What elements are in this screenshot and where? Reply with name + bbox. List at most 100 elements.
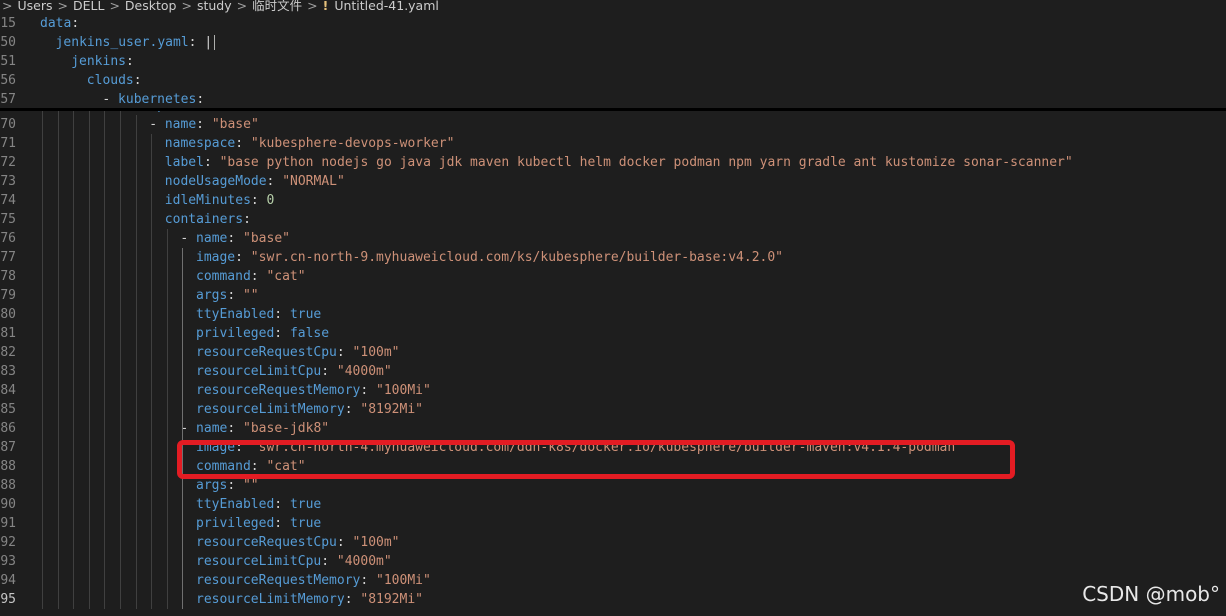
line-number: 75 (0, 212, 16, 227)
code-line[interactable]: 76 - name: "base" (0, 229, 1226, 248)
code-token: : (227, 478, 243, 493)
breadcrumb-file-name[interactable]: Untitled-41.yaml (334, 0, 439, 12)
code-line[interactable]: 79 args: "" (0, 286, 1226, 305)
line-number: 72 (0, 155, 16, 170)
code-line[interactable]: 85 resourceLimitMemory: "8192Mi" (0, 400, 1226, 419)
line-number: 51 (0, 54, 16, 69)
code-line[interactable]: 84 resourceRequestMemory: "100Mi" (0, 381, 1226, 400)
code-token: name (164, 117, 197, 132)
code-line[interactable]: 70 - name: "base" (0, 115, 1226, 134)
sticky-scroll-shadow (0, 108, 1226, 111)
code-token: "" (242, 478, 259, 493)
breadcrumb-item[interactable]: study (197, 0, 232, 12)
breadcrumb-item[interactable]: 临时文件 (252, 0, 302, 12)
code-token: : (360, 573, 377, 588)
code-token: | (204, 35, 213, 50)
code-token: : (196, 117, 212, 132)
line-number: 86 (0, 421, 16, 436)
code-token: : (344, 402, 361, 417)
code-token: : (196, 92, 205, 107)
code-token: command (196, 269, 251, 284)
code-token: resourceRequestMemory (196, 383, 361, 398)
code-token: "kubesphere-devops-worker" (250, 136, 455, 151)
code-token: containers (164, 212, 244, 227)
code-line[interactable]: 73 nodeUsageMode: "NORMAL" (0, 172, 1226, 191)
code-text: resourceLimitCpu: "4000m" (196, 552, 392, 571)
code-text: jenkins_user.yaml: | (56, 33, 216, 52)
code-token: "NORMAL" (282, 174, 345, 189)
line-number: 84 (0, 383, 16, 398)
breadcrumb-item[interactable]: Desktop (125, 0, 177, 12)
code-line[interactable]: 77 image: "swr.cn-north-9.myhuaweicloud.c… (0, 248, 1226, 267)
code-line[interactable]: 75 containers: (0, 210, 1226, 229)
code-text: - name: "base" (149, 115, 259, 134)
code-token: resourceLimitCpu (196, 364, 322, 379)
line-number: 57 (0, 92, 16, 107)
line-number: 87 (0, 440, 16, 455)
line-number: 73 (0, 174, 16, 189)
code-line[interactable]: 94 resourceRequestMemory: "100Mi" (0, 571, 1226, 590)
code-token: : (321, 554, 337, 569)
code-text: - name: "base-jdk8" (180, 419, 329, 438)
code-text: resourceLimitMemory: "8192Mi" (196, 400, 423, 419)
code-text: resourceLimitCpu: "4000m" (196, 362, 392, 381)
code-token: : (274, 516, 290, 531)
code-line[interactable]: 15 data: (0, 14, 1226, 33)
indent-guide (73, 103, 75, 609)
code-editor[interactable]: 69templates:70- name: "base"71namespace:… (0, 103, 1226, 616)
code-line[interactable]: 80 ttyEnabled: true (0, 305, 1226, 324)
code-text: data: (40, 14, 79, 33)
code-text: clouds: (87, 71, 142, 90)
indent-guide (182, 248, 184, 609)
code-token: kubernetes (118, 92, 197, 107)
code-line[interactable]: 93 resourceLimitCpu: "4000m" (0, 552, 1226, 571)
code-token: : (227, 231, 244, 246)
line-number: 95 (0, 592, 16, 607)
code-line[interactable]: 81 privileged: false (0, 324, 1226, 343)
code-line[interactable]: 83 resourceLimitCpu: "4000m" (0, 362, 1226, 381)
code-text: privileged: true (196, 514, 321, 533)
breadcrumb-item[interactable]: DELL (73, 0, 104, 12)
code-token: : (321, 364, 337, 379)
breadcrumb-item[interactable]: Users (17, 0, 52, 12)
code-token: : (133, 73, 142, 88)
code-line[interactable]: 71 namespace: "kubesphere-devops-worker" (0, 134, 1226, 153)
line-number: 83 (0, 364, 16, 379)
line-number: 78 (0, 269, 16, 284)
code-line[interactable]: 86 - name: "base-jdk8" (0, 419, 1226, 438)
indent-guide (57, 103, 59, 609)
code-line[interactable]: 74 idleMinutes: 0 (0, 191, 1226, 210)
code-token: nodeUsageMode (164, 174, 267, 189)
indent-guide (120, 103, 121, 609)
code-token: name (196, 421, 228, 436)
code-token: : (203, 155, 220, 170)
indent-guide (135, 115, 137, 609)
line-number: 90 (0, 497, 16, 512)
yaml-file-icon: ! (322, 0, 329, 13)
code-line[interactable]: 82 resourceRequestCpu: "100m" (0, 343, 1226, 362)
code-line[interactable]: 78 command: "cat" (0, 267, 1226, 286)
code-line[interactable]: 56 clouds: (0, 71, 1226, 90)
indent-guide (42, 103, 43, 609)
code-text: command: "cat" (196, 267, 306, 286)
code-token: "8192Mi" (360, 402, 423, 417)
line-number: 82 (0, 345, 16, 360)
code-line[interactable]: 72 label: "base python nodejs go java jdk… (0, 153, 1226, 172)
code-line[interactable]: 91 privileged: true (0, 514, 1226, 533)
code-line[interactable]: 57 - kubernetes: (0, 90, 1226, 109)
sticky-scroll-header[interactable]: 15 data: 50 jenkins_user.yaml: | 51 jenkins: 5… (0, 14, 1226, 109)
code-text: jenkins: (71, 52, 134, 71)
code-token: "100Mi" (376, 573, 431, 588)
code-line[interactable]: 92 resourceRequestCpu: "100m" (0, 533, 1226, 552)
code-line[interactable]: 50 jenkins_user.yaml: | (0, 33, 1226, 52)
code-line[interactable]: 90 ttyEnabled: true (0, 495, 1226, 514)
code-line[interactable]: 95 resourceLimitMemory: "8192Mi" (0, 590, 1226, 609)
code-token: ttyEnabled (196, 497, 275, 512)
breadcrumb-separator: > (2, 0, 13, 13)
code-text: - name: "base" (180, 229, 290, 248)
code-token: "4000m" (336, 554, 392, 569)
line-number: 15 (0, 16, 16, 31)
code-token: : (336, 535, 353, 550)
code-line[interactable]: 51 jenkins: (0, 52, 1226, 71)
line-number: 94 (0, 573, 16, 588)
